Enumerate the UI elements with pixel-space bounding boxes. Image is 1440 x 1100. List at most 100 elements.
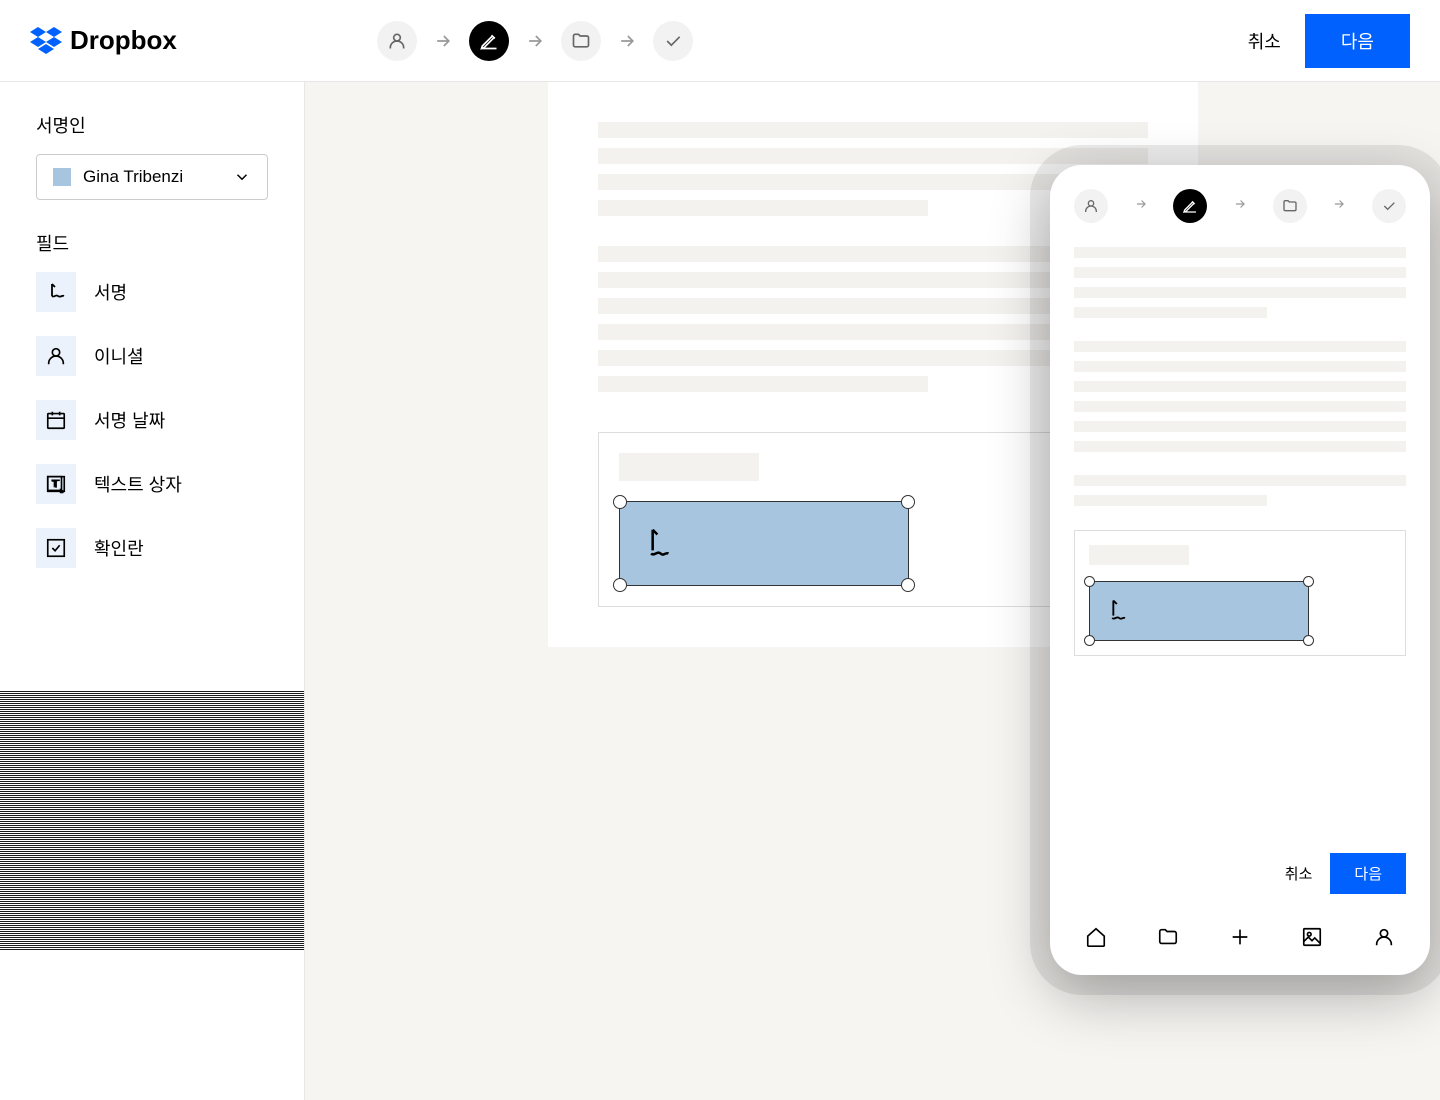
folder-icon	[1282, 198, 1298, 214]
nav-add[interactable]	[1226, 923, 1254, 951]
step-folder[interactable]	[561, 21, 601, 61]
text-placeholder	[1074, 381, 1406, 392]
text-placeholder	[1074, 495, 1267, 506]
pen-icon	[479, 31, 499, 51]
signer-name: Gina Tribenzi	[83, 167, 221, 187]
plus-icon	[1229, 926, 1251, 948]
image-icon	[1301, 926, 1323, 948]
field-date[interactable]: 서명 날짜	[36, 400, 268, 440]
text-placeholder	[1074, 361, 1406, 372]
mobile-stepper	[1074, 189, 1406, 223]
nav-account[interactable]	[1370, 923, 1398, 951]
home-icon	[1085, 926, 1107, 948]
text-placeholder	[598, 148, 1148, 164]
header: Dropbox 취소 다음	[0, 0, 1440, 82]
field-label: 이니셜	[94, 343, 144, 369]
text-placeholder	[598, 376, 928, 392]
text-placeholder	[1089, 545, 1189, 565]
resize-handle[interactable]	[1084, 635, 1095, 646]
textbox-icon: T	[36, 464, 76, 504]
person-icon	[1083, 198, 1099, 214]
resize-handle[interactable]	[901, 495, 915, 509]
arrow-icon	[1134, 197, 1148, 216]
signer-dropdown[interactable]: Gina Tribenzi	[36, 154, 268, 200]
cancel-button[interactable]: 취소	[1285, 863, 1313, 884]
next-button[interactable]: 다음	[1305, 14, 1410, 68]
pen-icon	[1182, 198, 1198, 214]
text-placeholder	[598, 200, 928, 216]
check-icon	[663, 31, 683, 51]
arrow-icon	[617, 31, 637, 51]
cancel-button[interactable]: 취소	[1248, 28, 1281, 54]
text-placeholder	[1074, 441, 1406, 452]
resize-handle[interactable]	[901, 578, 915, 592]
nav-files[interactable]	[1154, 923, 1182, 951]
step-edit[interactable]	[1173, 189, 1207, 223]
arrow-icon	[433, 31, 453, 51]
resize-handle[interactable]	[1303, 635, 1314, 646]
signature-field[interactable]	[619, 501, 909, 586]
signature-block	[1074, 530, 1406, 656]
header-actions: 취소 다음	[1248, 14, 1410, 68]
person-icon	[387, 31, 407, 51]
step-done[interactable]	[653, 21, 693, 61]
nav-photos[interactable]	[1298, 923, 1326, 951]
signature-icon	[36, 272, 76, 312]
field-checkbox[interactable]: 확인란	[36, 528, 268, 568]
field-initials[interactable]: 이니셜	[36, 336, 268, 376]
text-placeholder	[1074, 287, 1406, 298]
chevron-down-icon	[233, 168, 251, 186]
brand-name: Dropbox	[70, 25, 177, 56]
text-placeholder	[1074, 307, 1267, 318]
step-signer[interactable]	[1074, 189, 1108, 223]
signature-icon	[1104, 597, 1132, 625]
field-label: 텍스트 상자	[94, 471, 182, 497]
checkbox-icon	[36, 528, 76, 568]
text-placeholder	[1074, 247, 1406, 258]
text-placeholder	[598, 122, 1148, 138]
mobile-actions: 취소 다음	[1074, 839, 1406, 908]
signer-color-swatch	[53, 168, 71, 186]
text-placeholder	[619, 453, 759, 481]
resize-handle[interactable]	[1303, 576, 1314, 587]
text-placeholder	[1074, 341, 1406, 352]
resize-handle[interactable]	[1084, 576, 1095, 587]
arrow-icon	[525, 31, 545, 51]
signature-field[interactable]	[1089, 581, 1309, 641]
fields-label: 필드	[36, 230, 268, 256]
folder-icon	[571, 31, 591, 51]
field-signature[interactable]: 서명	[36, 272, 268, 312]
text-placeholder	[1074, 421, 1406, 432]
arrow-icon	[1233, 197, 1247, 216]
step-signer[interactable]	[377, 21, 417, 61]
next-button[interactable]: 다음	[1330, 853, 1406, 894]
mobile-document	[1074, 247, 1406, 839]
folder-icon	[1157, 926, 1179, 948]
nav-home[interactable]	[1082, 923, 1110, 951]
mobile-preview: 취소 다음	[1050, 165, 1430, 975]
mobile-nav	[1074, 908, 1406, 951]
sidebar: 서명인 Gina Tribenzi 필드 서명 이니셜	[0, 82, 305, 1100]
field-textbox[interactable]: T 텍스트 상자	[36, 464, 268, 504]
person-icon	[1373, 926, 1395, 948]
signers-label: 서명인	[36, 112, 268, 138]
person-icon	[36, 336, 76, 376]
logo[interactable]: Dropbox	[30, 25, 177, 56]
stepper	[377, 21, 693, 61]
check-icon	[1381, 198, 1397, 214]
arrow-icon	[1332, 197, 1346, 216]
field-list: 서명 이니셜 서명 날짜 T 텍스트 상자	[36, 272, 268, 568]
field-label: 서명 날짜	[94, 407, 165, 433]
text-placeholder	[1074, 401, 1406, 412]
date-icon	[36, 400, 76, 440]
resize-handle[interactable]	[613, 495, 627, 509]
field-label: 확인란	[94, 535, 144, 561]
field-label: 서명	[94, 279, 127, 305]
step-edit[interactable]	[469, 21, 509, 61]
step-folder[interactable]	[1273, 189, 1307, 223]
text-placeholder	[1074, 475, 1406, 486]
dropbox-icon	[30, 27, 62, 55]
step-done[interactable]	[1372, 189, 1406, 223]
text-placeholder	[1074, 267, 1406, 278]
resize-handle[interactable]	[613, 578, 627, 592]
